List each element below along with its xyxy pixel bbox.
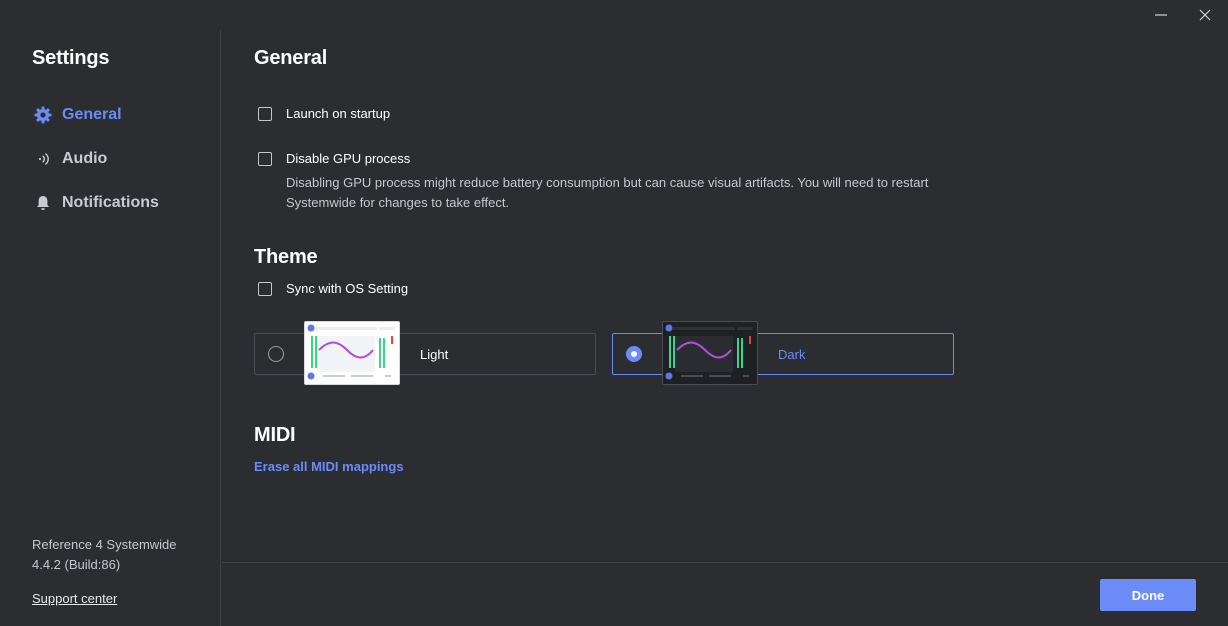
app-name: Reference 4 Systemwide	[32, 537, 177, 552]
bell-icon	[32, 192, 54, 214]
done-button[interactable]: Done	[1100, 579, 1196, 611]
checkbox-label: Launch on startup	[286, 106, 391, 121]
launch-on-startup-checkbox[interactable]: Launch on startup	[258, 106, 390, 121]
checkbox-box[interactable]	[258, 106, 272, 121]
minimize-icon	[1155, 14, 1167, 16]
theme-option-label: Light	[420, 347, 449, 362]
footer-bar: Done	[222, 562, 1228, 626]
checkbox-label: Sync with OS Setting	[286, 281, 409, 296]
checkbox-label: Disable GPU process	[286, 151, 411, 166]
support-center-link[interactable]: Support center	[32, 591, 117, 606]
sidebar-item-label: Audio	[62, 150, 108, 167]
light-theme-preview	[304, 321, 400, 385]
disable-gpu-checkbox[interactable]: Disable GPU process	[258, 151, 410, 166]
title-bar	[0, 0, 1228, 30]
theme-option-label: Dark	[778, 347, 806, 362]
minimize-button[interactable]	[1139, 0, 1183, 30]
sidebar-item-general[interactable]: General	[32, 103, 122, 127]
general-heading: General	[254, 47, 328, 69]
theme-option-light[interactable]: Light	[254, 321, 596, 385]
close-button[interactable]	[1183, 0, 1227, 30]
sidebar-title: Settings	[32, 47, 110, 69]
midi-heading: MIDI	[254, 424, 296, 446]
radio-button-selected[interactable]	[626, 346, 642, 362]
checkbox-box[interactable]	[258, 151, 272, 166]
sidebar: Settings General Audio Notifications Ref…	[0, 30, 221, 626]
erase-midi-mappings-link[interactable]: Erase all MIDI mappings	[254, 459, 404, 474]
app-version: 4.4.2 (Build:86)	[32, 557, 121, 572]
dark-theme-preview	[662, 321, 758, 385]
close-icon	[1199, 9, 1211, 21]
checkbox-box[interactable]	[258, 281, 272, 296]
gear-icon	[32, 104, 54, 126]
theme-heading: Theme	[254, 246, 318, 268]
version-info: Reference 4 Systemwide 4.4.2 (Build:86)	[32, 535, 177, 575]
sidebar-item-label: Notifications	[62, 194, 159, 211]
sync-os-setting-checkbox[interactable]: Sync with OS Setting	[258, 281, 408, 296]
theme-option-dark[interactable]: Dark	[612, 321, 954, 385]
sidebar-item-label: General	[62, 106, 122, 123]
settings-content: General Launch on startup Disable GPU pr…	[222, 30, 1228, 562]
sidebar-item-notifications[interactable]: Notifications	[32, 191, 159, 215]
radio-button[interactable]	[268, 346, 284, 362]
audio-signal-icon	[32, 148, 54, 170]
sidebar-item-audio[interactable]: Audio	[32, 147, 107, 171]
gpu-description: Disabling GPU process might reduce batte…	[286, 175, 929, 210]
